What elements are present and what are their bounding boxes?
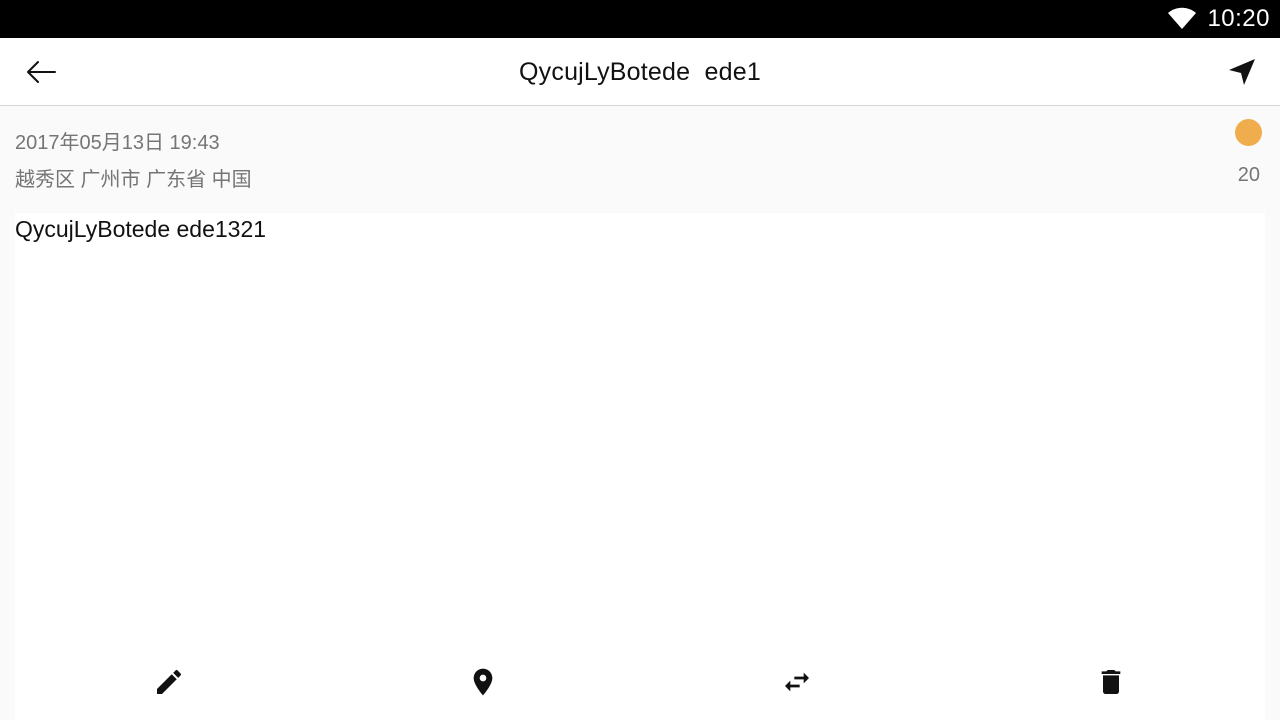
app-bar: QycujLyBotede ede1: [0, 38, 1280, 106]
arrow-back-icon: [27, 61, 56, 83]
navigate-button[interactable]: [1224, 54, 1260, 90]
note-meta: 2017年05月13日 19:43 越秀区 广州市 广东省 中国 20: [0, 107, 1280, 213]
edit-button[interactable]: [149, 662, 189, 702]
note-date: 2017年05月13日 19:43: [15, 132, 220, 154]
location-button[interactable]: [463, 662, 503, 702]
edit-pencil-icon: [157, 669, 182, 694]
swap-button[interactable]: [777, 662, 817, 702]
delete-button[interactable]: [1091, 662, 1131, 702]
note-body: QycujLyBotede ede1321: [15, 216, 267, 242]
wifi-icon: [1168, 7, 1197, 29]
delete-trash-icon: [1101, 670, 1121, 694]
note-location: 越秀区 广州市 广东省 中国: [15, 169, 252, 191]
status-time: 10:20: [1207, 5, 1270, 32]
back-button[interactable]: [22, 56, 60, 88]
note-count: 20: [1237, 164, 1260, 186]
note-content: QycujLyBotede ede1321: [15, 213, 1265, 720]
page-title: QycujLyBotede ede1: [519, 57, 761, 86]
status-bar: 10:20: [0, 0, 1280, 38]
bottom-toolbar: [15, 650, 1265, 714]
navigation-arrow-icon: [1229, 59, 1255, 85]
status-indicator-dot: [1235, 119, 1262, 146]
swap-arrows-icon: [785, 672, 809, 692]
location-pin-icon: [473, 668, 493, 696]
